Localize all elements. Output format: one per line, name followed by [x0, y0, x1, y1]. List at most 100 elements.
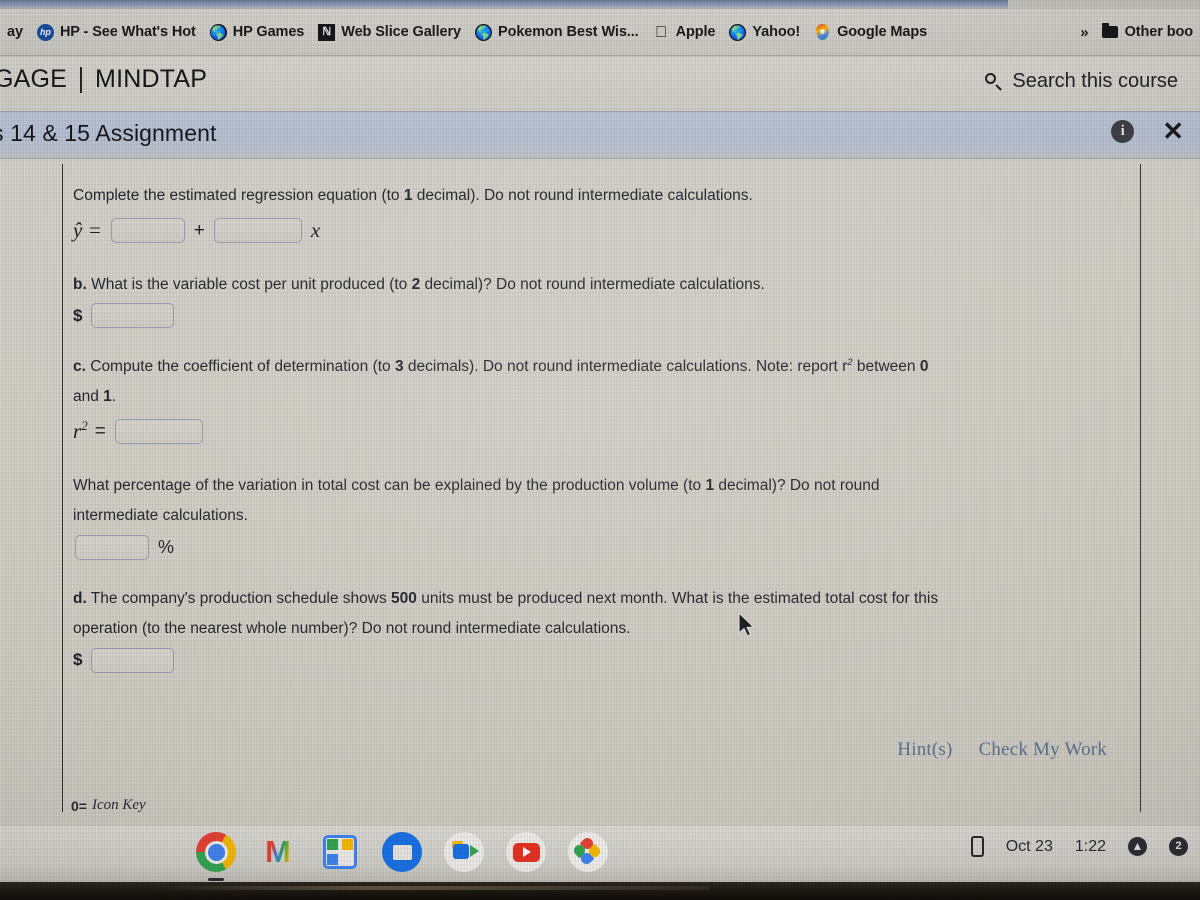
part-c-line2-b: .	[111, 387, 117, 405]
part-d-currency-symbol: $	[73, 650, 83, 670]
assignment-actions: i ✕	[1111, 118, 1184, 144]
question-body: Complete the estimated regression equati…	[73, 184, 1133, 700]
bookmark-item-google-maps[interactable]: Google Maps	[807, 15, 934, 49]
icon-key-glyph: 0=	[71, 797, 87, 814]
bookmark-item-0[interactable]: ay	[0, 15, 30, 49]
bookmark-item-web-slice-gallery[interactable]: ℕ Web Slice Gallery	[311, 15, 468, 49]
close-icon[interactable]: ✕	[1162, 118, 1184, 144]
part-d-label: d.	[73, 590, 87, 608]
docs-app-icon[interactable]	[320, 832, 360, 872]
bookmark-item-hp-games[interactable]: 🌎 HP Games	[203, 15, 311, 49]
folder-icon	[1102, 23, 1119, 41]
part-c-text-3: between	[852, 357, 920, 375]
part-c-equals-sign: =	[94, 420, 106, 442]
assignment-title-bar: s 14 & 15 Assignment i ✕	[0, 112, 1200, 159]
youtube-app-icon[interactable]	[506, 832, 546, 872]
percentage-input[interactable]	[75, 534, 149, 560]
question-part-c: c. Compute the coefficient of determinat…	[73, 355, 1133, 448]
bookmark-label: Yahoo!	[752, 24, 801, 40]
hp-logo-icon: hp	[36, 23, 54, 41]
chrome-app-icon[interactable]	[196, 832, 236, 881]
bookmarks-bar: ay hp HP - See What's Hot 🌎 HP Games ℕ W…	[0, 9, 1200, 56]
part-d-text-1: The company's production schedule shows	[86, 590, 392, 608]
question-panel: Complete the estimated regression equati…	[0, 159, 1200, 826]
question-percentage: What percentage of the variation in tota…	[73, 474, 1133, 562]
shelf-app-list: M	[196, 832, 608, 881]
question-footer-links: Hint(s) Check My Work	[897, 739, 1107, 761]
cengage-wordmark: GAGE	[0, 65, 68, 93]
info-icon[interactable]: i	[1111, 120, 1135, 143]
bookmark-label: HP Games	[232, 24, 305, 40]
part-c-zero: 0	[919, 357, 929, 375]
part-a-equation-row: ŷ = + x	[73, 214, 1133, 247]
part-d-answer-row: $	[73, 647, 1133, 674]
bookmark-label: Apple	[675, 24, 716, 40]
part-d-units: 500	[391, 590, 417, 608]
bookmark-item-pokemon[interactable]: 🌎 Pokemon Best Wis...	[468, 15, 646, 49]
bookmark-item-apple[interactable]:  Apple	[646, 15, 723, 49]
files-app-icon[interactable]	[382, 832, 422, 872]
other-bookmarks-label: Other boo	[1124, 24, 1193, 40]
hints-link[interactable]: Hint(s)	[897, 739, 952, 761]
part-b-decimal: 2	[411, 275, 421, 293]
search-icon	[985, 73, 1002, 90]
gmail-app-icon[interactable]: M	[258, 832, 298, 872]
account-avatar-icon[interactable]: 2	[1169, 837, 1188, 856]
part-c-label: c.	[73, 357, 86, 375]
gmail-glyph: M	[265, 834, 291, 869]
meet-app-icon[interactable]	[444, 832, 484, 872]
browser-tab-strip-right	[1008, 0, 1200, 9]
percentage-prompt-line2: intermediate calculations.	[73, 506, 248, 524]
globe-icon: 🌎	[475, 23, 492, 41]
bookmark-item-yahoo[interactable]: 🌎 Yahoo!	[722, 15, 807, 49]
other-bookmarks-button[interactable]: Other boo	[1095, 15, 1200, 49]
part-d-input[interactable]	[91, 648, 175, 674]
shelf-status-area[interactable]: Oct 23 1:22 ▲ 2	[970, 836, 1188, 857]
part-a-plus-sign: +	[193, 219, 205, 241]
percentage-text-2: decimal)? Do not round	[714, 476, 880, 494]
part-a-text-2: decimal). Do not round intermediate calc…	[412, 187, 753, 204]
bookmarks-overflow-chevron-icon[interactable]: »	[1074, 24, 1094, 41]
check-my-work-link[interactable]: Check My Work	[979, 739, 1107, 761]
cengage-mindtap-logo[interactable]: GAGE MINDTAP	[0, 65, 207, 94]
part-b-currency-symbol: $	[73, 305, 83, 325]
photos-app-icon[interactable]	[568, 832, 608, 872]
percentage-prompt: What percentage of the variation in tota…	[73, 474, 1133, 498]
web-slice-icon: ℕ	[318, 23, 336, 41]
icon-key-label: Icon Key	[91, 797, 146, 813]
part-a-text-1: Complete the estimated regression equati…	[73, 187, 404, 204]
cengage-header: GAGE MINDTAP Search this course	[0, 57, 1200, 112]
bookmark-label: Pokemon Best Wis...	[498, 24, 639, 40]
part-a-slope-input[interactable]	[213, 217, 302, 243]
part-c-text-1: Compute the coefficient of determination…	[85, 357, 395, 375]
part-d-prompt-line2: operation (to the nearest whole number)?…	[73, 620, 631, 638]
part-a-intercept-input[interactable]	[110, 217, 185, 243]
percentage-decimal: 1	[705, 476, 715, 494]
part-c-equation-lhs: r2	[73, 417, 88, 443]
update-available-icon[interactable]: ▲	[1128, 837, 1147, 856]
question-part-a: Complete the estimated regression equati…	[73, 184, 1133, 247]
percentage-text-1: What percentage of the variation in tota…	[73, 476, 706, 494]
part-c-prompt: c. Compute the coefficient of determinat…	[73, 355, 1133, 379]
icon-key[interactable]: 0= Icon Key	[71, 797, 146, 814]
percentage-answer-row: %	[73, 534, 1133, 562]
question-part-b: b. What is the variable cost per unit pr…	[73, 273, 1133, 329]
search-this-course-button[interactable]: Search this course	[985, 70, 1178, 93]
part-c-input[interactable]	[114, 418, 203, 444]
part-d-text-2: units must be produced next month. What …	[416, 590, 939, 608]
part-b-input[interactable]	[91, 303, 175, 329]
shelf-time: 1:22	[1074, 837, 1106, 855]
part-a-variable-x: x	[310, 218, 321, 243]
bookmark-item-hp-see-whats-hot[interactable]: hp HP - See What's Hot	[30, 15, 203, 49]
part-c-decimal: 3	[394, 357, 404, 375]
part-b-prompt: b. What is the variable cost per unit pr…	[73, 273, 1133, 297]
part-c-line2-a: and	[73, 387, 104, 405]
phone-icon[interactable]	[970, 836, 984, 857]
part-c-answer-row: r2 =	[73, 415, 1133, 448]
map-pin-icon	[814, 24, 831, 41]
bookmark-label: Web Slice Gallery	[341, 24, 461, 40]
bookmark-label: Google Maps	[837, 24, 928, 40]
question-panel-frame: Complete the estimated regression equati…	[62, 164, 1141, 814]
globe-icon: 🌎	[209, 23, 227, 41]
part-a-prompt: Complete the estimated regression equati…	[73, 184, 1133, 208]
